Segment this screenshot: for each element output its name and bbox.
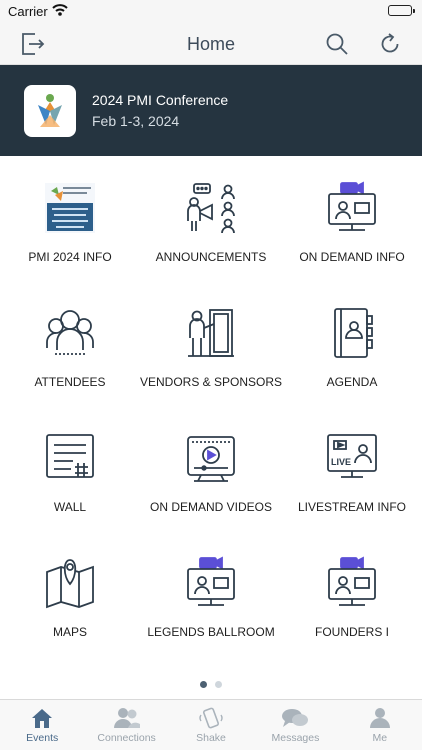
messages-icon <box>282 709 309 727</box>
tile-announcements[interactable]: ANNOUNCEMENTS <box>141 156 281 281</box>
page-indicator[interactable] <box>0 681 422 689</box>
event-dates: Feb 1-3, 2024 <box>92 113 180 129</box>
tab-shake[interactable]: Shake <box>169 700 253 750</box>
video-monitor-icon <box>322 555 382 611</box>
event-logo <box>24 85 76 137</box>
page-dot[interactable] <box>215 681 222 688</box>
page-dot-active[interactable] <box>200 681 207 688</box>
shake-phone-icon <box>199 707 223 729</box>
tab-me[interactable]: Me <box>338 700 422 750</box>
tab-bar: Events Connections Shake Messages Me <box>0 699 422 750</box>
search-button[interactable] <box>321 28 353 60</box>
tile-wall[interactable]: WALL <box>0 406 140 531</box>
tile-label: ON DEMAND INFO <box>299 250 405 264</box>
tab-label: Events <box>26 732 59 744</box>
tab-label: Messages <box>271 732 320 744</box>
nav-bar: Home <box>0 22 422 65</box>
tile-founders-i[interactable]: FOUNDERS I <box>282 531 422 656</box>
battery-icon <box>388 5 415 16</box>
tile-livestream-info[interactable]: LIVE LIVESTREAM INFO <box>282 406 422 531</box>
video-player-icon <box>181 430 241 486</box>
tile-vendors-sponsors[interactable]: VENDORS & SPONSORS <box>139 281 283 406</box>
tab-events[interactable]: Events <box>0 700 84 750</box>
svg-text:LIVE: LIVE <box>331 457 351 467</box>
carrier-label: Carrier <box>8 4 48 19</box>
refresh-icon <box>381 33 399 53</box>
tab-label: Me <box>372 732 388 744</box>
refresh-button[interactable] <box>374 28 406 60</box>
tab-connections[interactable]: Connections <box>84 700 168 750</box>
tab-label: Connections <box>97 732 156 744</box>
person-at-door-icon <box>181 305 241 361</box>
tile-label: AGENDA <box>326 375 378 389</box>
tab-label: Shake <box>196 732 226 744</box>
megaphone-presenter-icon <box>181 180 241 236</box>
video-monitor-icon <box>181 555 241 611</box>
notes-hashtag-icon <box>40 430 100 486</box>
wifi-icon <box>52 3 68 22</box>
tile-label: MAPS <box>52 625 87 639</box>
pmi-logo-icon <box>40 180 100 236</box>
event-banner[interactable]: 2024 PMI Conference Feb 1-3, 2024 <box>0 65 422 156</box>
group-people-icon <box>40 305 100 361</box>
address-book-icon <box>322 305 382 361</box>
tile-legends-ballroom[interactable]: LEGENDS BALLROOM <box>141 531 281 656</box>
video-monitor-icon <box>322 180 382 236</box>
tile-label: ANNOUNCEMENTS <box>155 250 267 264</box>
tile-label: VENDORS & SPONSORS <box>139 375 283 389</box>
tile-pmi-2024-info[interactable]: PMI 2024 INFO <box>0 156 140 281</box>
page-title: Home <box>186 34 235 54</box>
status-bar: Carrier <box>0 0 422 22</box>
tile-label: LIVESTREAM INFO <box>297 500 407 514</box>
home-icon <box>32 709 53 728</box>
connections-icon <box>113 708 140 728</box>
tile-label: ON DEMAND VIDEOS <box>149 500 272 514</box>
tile-maps[interactable]: MAPS <box>0 531 140 656</box>
tile-on-demand-info[interactable]: ON DEMAND INFO <box>282 156 422 281</box>
tile-on-demand-videos[interactable]: ON DEMAND VIDEOS <box>141 406 281 531</box>
search-icon <box>326 33 348 55</box>
tile-label: ATTENDEES <box>34 375 106 389</box>
feature-grid: PMI 2024 INFO ANNOUNCEMENTS ON DEMAND IN… <box>0 156 422 676</box>
tile-agenda[interactable]: AGENDA <box>282 281 422 406</box>
event-title: 2024 PMI Conference <box>92 92 229 108</box>
person-icon <box>369 708 390 728</box>
tile-label: PMI 2024 INFO <box>28 250 112 264</box>
tile-label: WALL <box>53 500 87 514</box>
map-pin-icon <box>40 555 100 611</box>
livestream-monitor-icon: LIVE <box>322 430 382 486</box>
tab-messages[interactable]: Messages <box>253 700 337 750</box>
tile-label: FOUNDERS I <box>314 625 389 639</box>
tile-label: LEGENDS BALLROOM <box>147 625 275 639</box>
tile-attendees[interactable]: ATTENDEES <box>0 281 140 406</box>
